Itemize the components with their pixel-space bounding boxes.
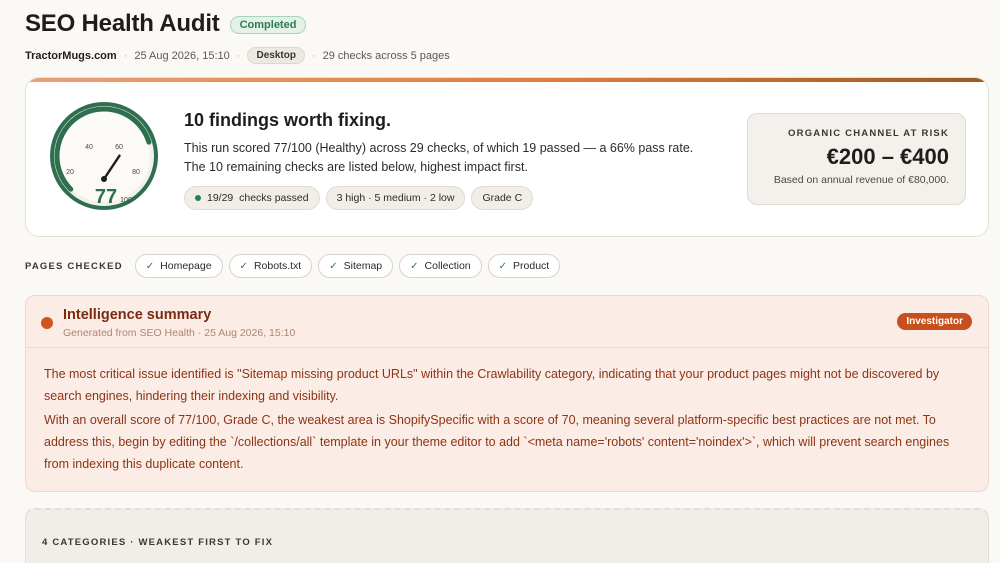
check-icon: ✓ [239,260,248,272]
separator: · [311,49,316,62]
score-card-accent-bar [26,78,988,82]
description-line: The 10 remaining checks are listed below… [184,160,528,174]
score-chips: 19/29 checks passed 3 high · 5 medium · … [184,186,534,210]
intelligence-body: The most critical issue identified is "S… [44,363,974,475]
separator: · [236,49,241,62]
gauge-tick-label: 80 [132,169,140,176]
site-name: TractorMugs.com [25,49,117,62]
intelligence-paragraph: With an overall score of 77/100, Grade C… [44,413,950,471]
device-badge: Desktop [247,47,305,64]
checks-summary: 29 checks across 5 pages [322,49,450,62]
status-badge: Completed [229,16,307,34]
check-icon: ✓ [145,260,155,272]
risk-label: ORGANIC CHANNEL AT RISK [788,128,949,139]
grade-chip: Grade C [471,186,534,210]
check-icon: ✓ [410,260,419,272]
description-line: This run scored 77/100 (Healthy) across … [184,141,694,155]
investigator-badge: Investigator [897,313,972,330]
risk-box: ORGANIC CHANNEL AT RISK €200 – €400 Base… [747,113,966,205]
status-dot-icon [41,317,53,329]
page-chip-label: Product [513,260,550,272]
intelligence-paragraph: The most critical issue identified is "S… [44,367,940,403]
risk-note: Based on annual revenue of €80,000. [773,174,949,186]
gauge-tick-label: 20 [66,169,74,176]
intelligence-summary-card: Intelligence summary Generated from SEO … [25,295,989,492]
categories-card: 4 CATEGORIES · WEAKEST FIRST TO FIX [25,508,989,563]
risk-value: €200 – €400 [826,144,949,169]
page-title: SEO Health Audit [25,10,220,37]
pages-checked-label: PAGES CHECKED [25,260,123,272]
page-chip-collection[interactable]: ✓ Collection [399,254,482,278]
title-row: SEO Health Audit Completed [25,10,990,38]
page-chip-label: Homepage [160,260,212,272]
page-chip-label: Robots.txt [253,260,302,272]
page-chip-product[interactable]: ✓ Product [487,254,561,278]
chip-label: 19/29 checks passed [207,192,309,204]
findings-title: 10 findings worth fixing. [184,110,391,130]
page-chip-label: Sitemap [343,260,383,272]
page-header: SEO Health Audit Completed TractorMugs.c… [25,10,990,64]
pages-checked: PAGES CHECKED ✓ Homepage ✓ Robots.txt ✓ … [25,254,561,278]
check-icon: ✓ [329,260,338,272]
separator: · [123,49,128,62]
intelligence-header: Intelligence summary Generated from SEO … [26,296,988,348]
page-chip-sitemap[interactable]: ✓ Sitemap [318,254,394,278]
gauge-score-value: 77 [95,186,117,208]
gauge-hub [101,176,107,182]
intelligence-title: Intelligence summary [63,307,212,323]
checks-passed-chip: 19/29 checks passed [184,186,320,210]
gauge-tick-label: 100 [120,197,132,204]
page-chip-robots[interactable]: ✓ Robots.txt [228,254,313,278]
score-gauge: 20 40 60 80 100 77 [50,102,158,210]
intelligence-subtitle: Generated from SEO Health · 25 Aug 2026,… [63,327,296,339]
status-dot-icon [195,195,201,201]
meta-row: TractorMugs.com · 25 Aug 2026, 15:10 · D… [25,47,990,64]
run-datetime: 25 Aug 2026, 15:10 [134,49,230,62]
findings-description: This run scored 77/100 (Healthy) across … [184,139,744,177]
score-card: 20 40 60 80 100 77 10 findings worth fix… [25,77,989,237]
check-icon: ✓ [498,260,508,272]
page-chip-homepage[interactable]: ✓ Homepage [134,254,223,278]
gauge-tick-label: 40 [85,144,93,151]
severity-chip: 3 high · 5 medium · 2 low [325,186,466,210]
categories-label: 4 CATEGORIES · WEAKEST FIRST TO FIX [42,537,274,548]
page-chip-label: Collection [424,260,471,272]
gauge-tick-label: 60 [115,144,123,151]
